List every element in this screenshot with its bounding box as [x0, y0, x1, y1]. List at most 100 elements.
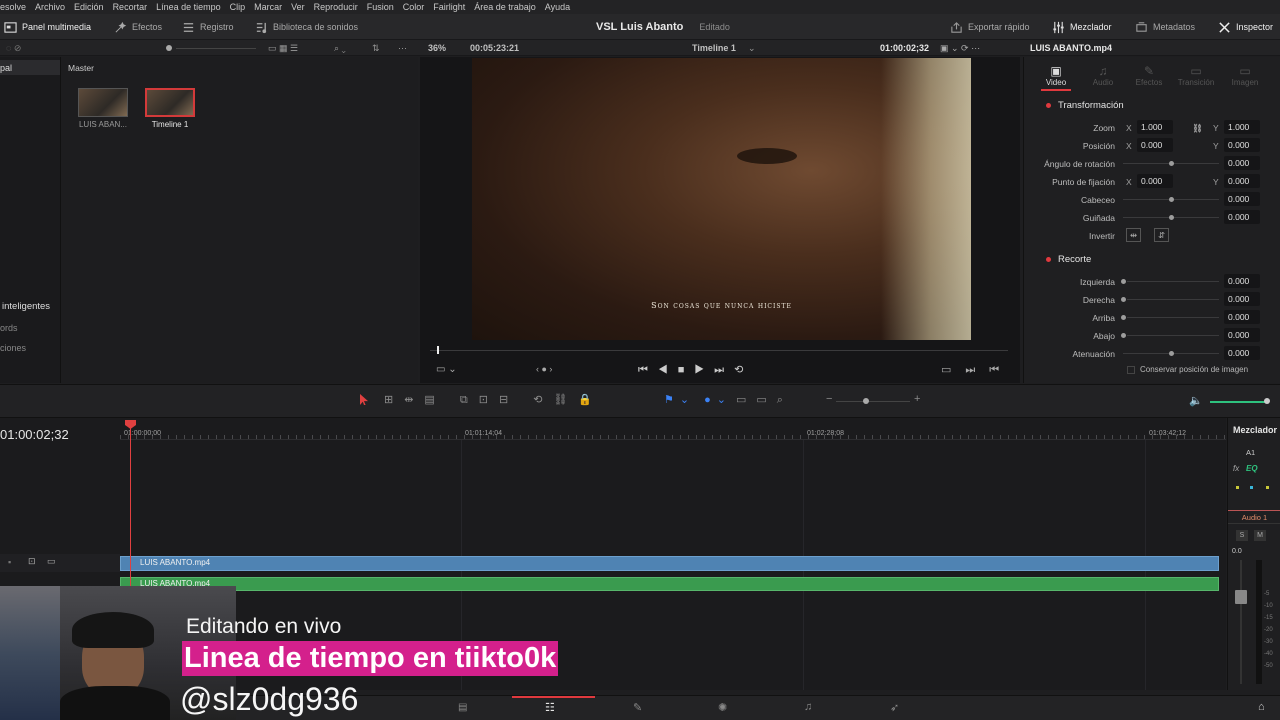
flip-vertical-icon[interactable]: ⇵ — [1154, 228, 1169, 242]
crop-bottom-slider[interactable] — [1127, 335, 1219, 336]
tab-transition[interactable]: ▭ Transición — [1176, 64, 1216, 87]
track-monitor-icon[interactable]: ⊡ — [28, 556, 36, 567]
menu-color[interactable]: Color — [403, 2, 425, 12]
smart-bin-item[interactable]: ords — [0, 323, 18, 333]
search-icon[interactable]: ⌕ ⌄ — [334, 40, 346, 56]
thumb-size-slider[interactable] — [166, 40, 256, 56]
volume-slider[interactable] — [1210, 401, 1268, 403]
fx-label[interactable]: fx — [1233, 464, 1239, 473]
timeline-zoom-slider[interactable] — [836, 401, 910, 402]
pitch-slider-handle[interactable] — [1169, 197, 1174, 202]
sort-icon[interactable]: ⇅ — [372, 40, 380, 56]
rotation-field[interactable]: 0.000 — [1224, 156, 1260, 170]
zoom-in-icon[interactable]: + — [914, 393, 920, 405]
transport-controls[interactable]: ⏮◀■▶⏭⟲ — [638, 363, 753, 377]
menu-timeline[interactable]: Línea de tiempo — [156, 2, 221, 12]
enable-dot-icon[interactable] — [1046, 103, 1051, 108]
crop-right-handle[interactable] — [1121, 297, 1126, 302]
crop-header[interactable]: Recorte — [1046, 254, 1091, 265]
yaw-field[interactable]: 0.000 — [1224, 210, 1260, 224]
menu-resolve[interactable]: esolve — [0, 2, 26, 12]
timeline-thumbnail[interactable] — [145, 88, 195, 117]
menu-help[interactable]: Ayuda — [545, 2, 570, 12]
menu-workspace[interactable]: Área de trabajo — [474, 2, 536, 12]
menu-trim[interactable]: Recortar — [113, 2, 148, 12]
sound-library-button[interactable]: Biblioteca de sonidos — [255, 14, 358, 40]
link-icon[interactable]: ⛓ — [1192, 123, 1203, 134]
timeline-selector[interactable]: Timeline 1 — [692, 40, 736, 56]
crop-bottom-field[interactable]: 0.000 — [1224, 328, 1260, 342]
edit-tools[interactable]: ⊞⇹▤ ⧉⊡⊟ ⟲⛓🔒 — [384, 393, 603, 407]
eq-label[interactable]: EQ — [1246, 464, 1258, 473]
crop-left-slider[interactable] — [1127, 281, 1219, 282]
video-clip[interactable]: LUIS ABANTO.mp4 — [120, 556, 1219, 571]
deliver-page-icon[interactable]: ➶ — [890, 701, 899, 714]
solo-button[interactable]: S — [1236, 530, 1248, 541]
tab-video[interactable]: ▣ Video — [1041, 64, 1071, 91]
anchor-x-field[interactable]: 0.000 — [1137, 174, 1173, 188]
crop-right-field[interactable]: 0.000 — [1224, 292, 1260, 306]
crop-bottom-handle[interactable] — [1121, 333, 1126, 338]
rotation-slider-handle[interactable] — [1169, 161, 1174, 166]
tab-audio[interactable]: ♫ Audio — [1088, 64, 1118, 87]
menu-fairlight[interactable]: Fairlight — [433, 2, 465, 12]
scrubber-handle[interactable] — [437, 346, 439, 354]
cut-page-icon[interactable]: ▤ — [458, 702, 467, 713]
position-y-field[interactable]: 0.000 — [1224, 138, 1260, 152]
menu-edit[interactable]: Edición — [74, 2, 104, 12]
menu-fusion[interactable]: Fusion — [367, 2, 394, 12]
crop-left-handle[interactable] — [1121, 279, 1126, 284]
volume-icon[interactable]: 🔈 — [1189, 394, 1203, 407]
zoom-x-field[interactable]: 1.000 — [1137, 120, 1173, 134]
softness-handle[interactable] — [1169, 351, 1174, 356]
jog-control-icon[interactable]: ‹ ● › — [536, 364, 552, 374]
pitch-field[interactable]: 0.000 — [1224, 192, 1260, 206]
menu-view[interactable]: Ver — [291, 2, 305, 12]
metadata-button[interactable]: Metadatos — [1135, 14, 1195, 40]
view-mode-icons[interactable]: ▭ ▦ ☰ — [268, 40, 298, 56]
viewer-options-icon[interactable]: ▭ ⌄ — [436, 364, 457, 375]
inspector-button[interactable]: Inspector — [1218, 14, 1273, 40]
mixer-button[interactable]: Mezclador — [1052, 14, 1112, 40]
index-button[interactable]: Registro — [182, 14, 234, 40]
zoom-tools[interactable]: ▭▭⌕ — [736, 393, 793, 407]
video-frame[interactable]: Son cosas que nunca hiciste — [472, 58, 971, 340]
smart-bin-item[interactable]: ciones — [0, 343, 26, 353]
flag-marker-tools[interactable]: ⚑⌄ ●⌄ — [664, 393, 732, 406]
lock-icon[interactable]: ▪ — [8, 557, 11, 567]
quick-export-button[interactable]: Exportar rápido — [950, 14, 1030, 40]
effects-button[interactable]: Efectos — [114, 14, 162, 40]
transform-header[interactable]: Transformación — [1046, 100, 1124, 111]
bin-icons[interactable]: ◌ ⊘ — [6, 40, 21, 56]
fader-handle[interactable] — [1235, 590, 1247, 604]
timeline-zoom-handle[interactable] — [863, 398, 869, 404]
fader-track[interactable] — [1240, 560, 1242, 684]
crop-top-field[interactable]: 0.000 — [1224, 310, 1260, 324]
home-icon[interactable]: ⌂ — [1258, 701, 1265, 713]
viewer-zoom[interactable]: 36% — [428, 40, 446, 56]
menu-mark[interactable]: Marcar — [254, 2, 282, 12]
clip-thumbnail[interactable] — [78, 88, 128, 117]
mute-button[interactable]: M — [1254, 530, 1266, 541]
color-page-icon[interactable]: ✺ — [718, 701, 727, 714]
zoom-out-icon[interactable]: − — [826, 393, 832, 405]
tab-image[interactable]: ▭ Imagen — [1227, 64, 1263, 87]
menu-clip[interactable]: Clip — [230, 2, 246, 12]
audio-clip[interactable]: LUIS ABANTO.mp4 — [120, 577, 1219, 591]
scrubber-track[interactable] — [430, 350, 1008, 351]
position-x-field[interactable]: 0.000 — [1137, 138, 1173, 152]
retain-position-checkbox[interactable]: Conservar posición de imagen — [1127, 365, 1248, 374]
softness-field[interactable]: 0.000 — [1224, 346, 1260, 360]
crop-top-handle[interactable] — [1121, 315, 1126, 320]
media-pool-button[interactable]: Panel multimedia — [4, 14, 91, 40]
timeline-ruler[interactable] — [120, 418, 1226, 440]
fairlight-page-icon[interactable]: ♫ — [804, 701, 812, 713]
viewer-options-icon[interactable]: ▣ ⌄ ⟳ ⋯ — [940, 40, 980, 56]
chevron-down-icon[interactable]: ⌄ — [748, 40, 756, 56]
playhead[interactable] — [130, 420, 131, 590]
crop-right-slider[interactable] — [1127, 299, 1219, 300]
volume-handle[interactable] — [1264, 398, 1270, 404]
checkbox-box[interactable] — [1127, 365, 1135, 374]
crop-left-field[interactable]: 0.000 — [1224, 274, 1260, 288]
tab-effects[interactable]: ✎ Efectos — [1132, 64, 1166, 87]
